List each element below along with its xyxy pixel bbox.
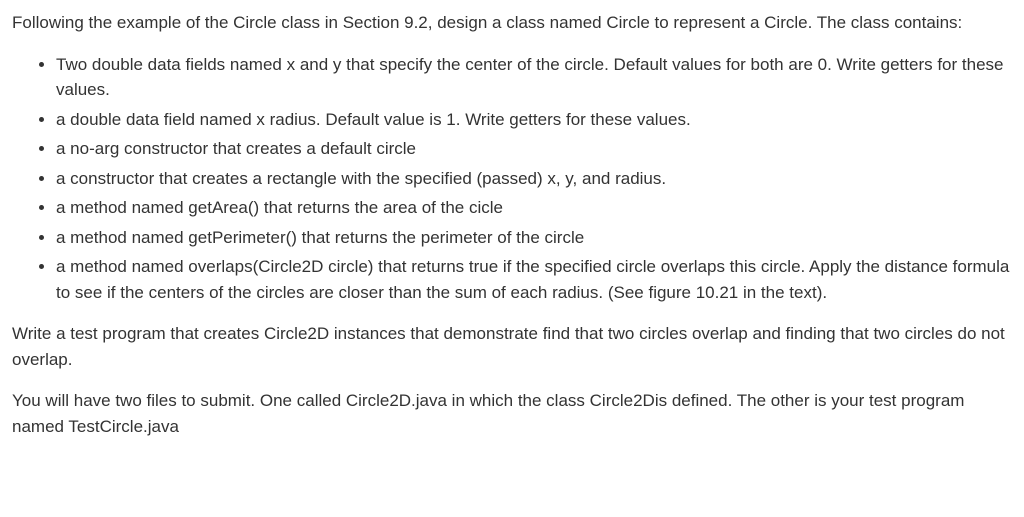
requirements-list: Two double data fields named x and y tha… [12,52,1012,306]
list-item: a double data field named x radius. Defa… [56,107,1012,133]
list-item: a constructor that creates a rectangle w… [56,166,1012,192]
list-item: a method named overlaps(Circle2D circle)… [56,254,1012,305]
list-item: a method named getArea() that returns th… [56,195,1012,221]
list-item: a method named getPerimeter() that retur… [56,225,1012,251]
submission-paragraph: You will have two files to submit. One c… [12,388,1012,439]
test-program-paragraph: Write a test program that creates Circle… [12,321,1012,372]
intro-paragraph: Following the example of the Circle clas… [12,10,1012,36]
list-item: a no-arg constructor that creates a defa… [56,136,1012,162]
list-item: Two double data fields named x and y tha… [56,52,1012,103]
